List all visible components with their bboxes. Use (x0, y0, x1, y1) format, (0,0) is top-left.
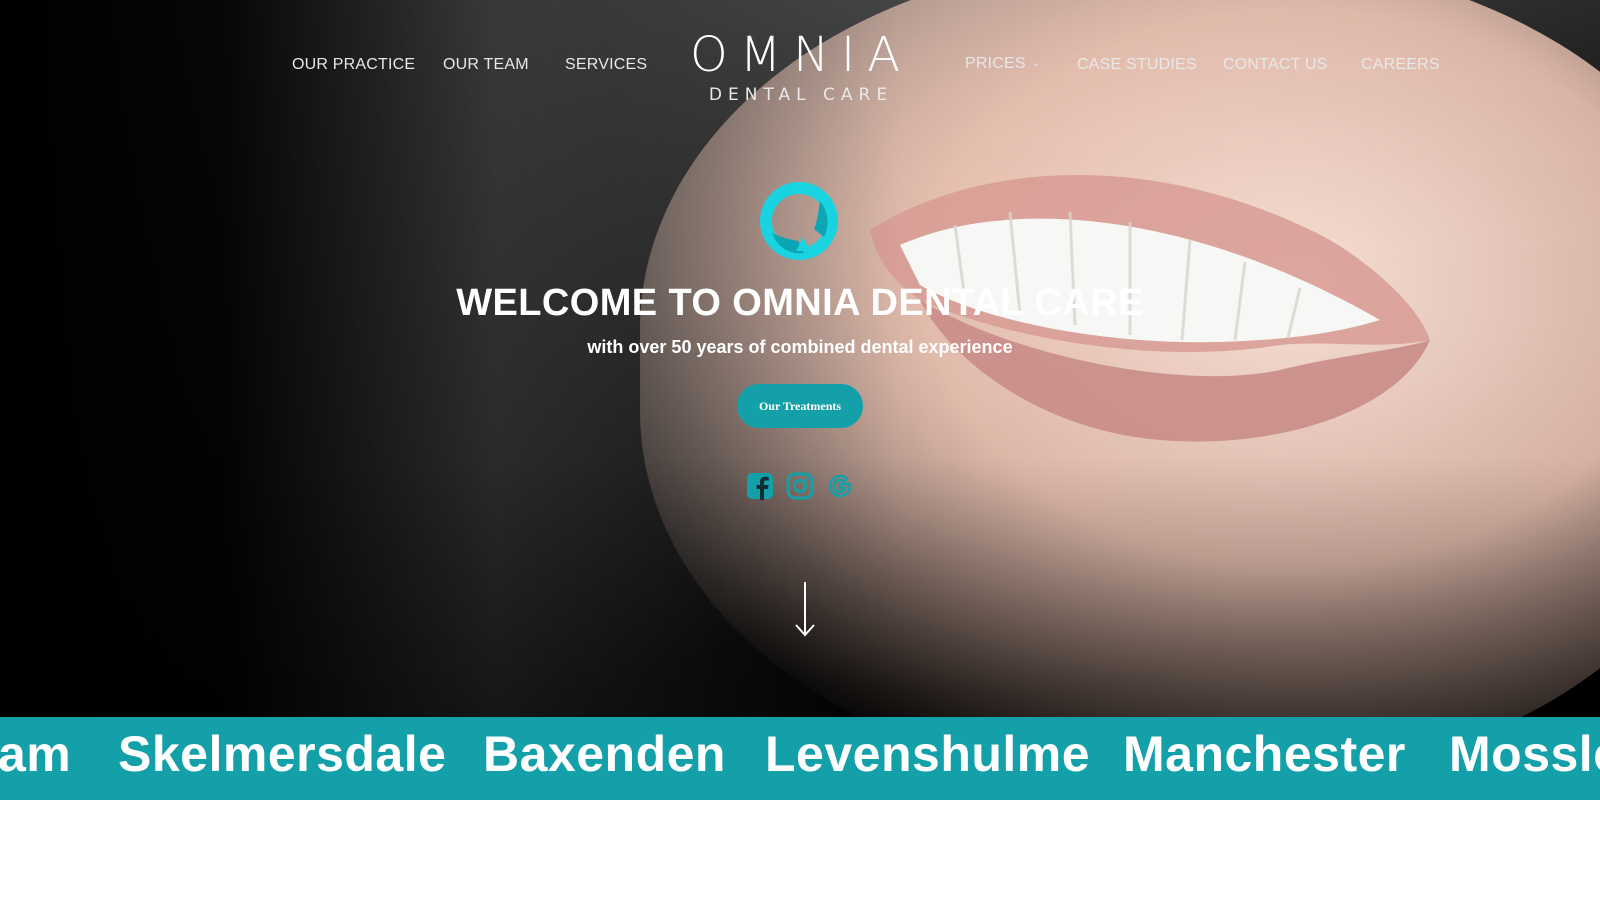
nav-contact-us[interactable]: CONTACT US (1223, 56, 1328, 74)
hero-subtitle: with over 50 years of combined dental ex… (587, 337, 1013, 357)
location-item: Skelmersdale (118, 726, 447, 782)
nav-careers[interactable]: CAREERS (1361, 56, 1440, 74)
nav-our-practice[interactable]: OUR PRACTICE (292, 56, 415, 74)
locations-marquee: am Skelmersdale Baxenden Levenshulme Man… (0, 717, 1600, 800)
logo-main-text: OMNIA (689, 27, 913, 83)
logo-sub-text: DENTAL CARE (708, 85, 894, 105)
instagram-icon[interactable] (786, 472, 814, 500)
our-treatments-button[interactable]: Our Treatments (737, 384, 863, 428)
omnia-logo[interactable]: OMNIA DENTAL CARE (678, 30, 924, 106)
scroll-down-arrow-icon[interactable] (793, 580, 817, 638)
nav-case-studies[interactable]: CASE STUDIES (1077, 56, 1197, 74)
facebook-icon[interactable] (746, 472, 774, 500)
omnia-emblem-icon (760, 182, 838, 260)
location-item: Mossle (1449, 726, 1600, 782)
chevron-down-icon: ⌄ (1031, 58, 1041, 69)
nav-our-team[interactable]: OUR TEAM (443, 56, 529, 74)
location-item: Levenshulme (765, 726, 1091, 782)
nav-prices-label: PRICES (965, 55, 1026, 72)
nav-prices[interactable]: PRICES ⌄ (965, 55, 1040, 73)
location-item: Manchester (1123, 726, 1406, 782)
google-icon[interactable] (826, 472, 854, 500)
location-item: am (0, 726, 72, 782)
nav-services[interactable]: SERVICES (565, 56, 647, 74)
hero-title: WELCOME TO OMNIA DENTAL CARE (456, 282, 1144, 324)
location-item: Baxenden (483, 726, 726, 782)
